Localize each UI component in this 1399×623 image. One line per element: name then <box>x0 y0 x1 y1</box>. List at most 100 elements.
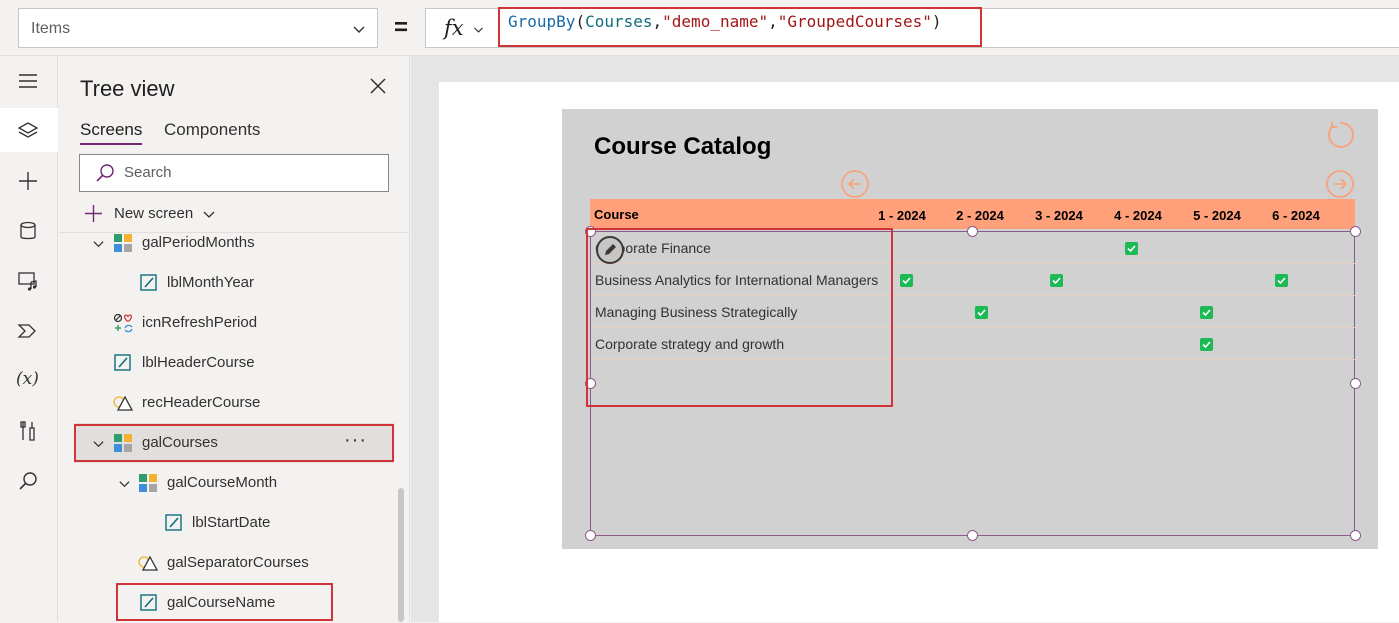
header-month: 4 - 2024 <box>1114 208 1162 223</box>
header-month: 1 - 2024 <box>878 208 926 223</box>
fx-button[interactable]: fx <box>425 8 495 48</box>
formula-text-highlight[interactable]: GroupBy(Courses,"demo_name","GroupedCour… <box>498 7 982 47</box>
chevron-down-icon <box>353 26 365 33</box>
resize-handle[interactable] <box>1350 378 1361 389</box>
check-icon <box>975 306 988 319</box>
chevron-down-icon <box>203 211 215 218</box>
label-icon <box>140 274 157 291</box>
tree-node-icnRefreshPeriod[interactable]: icnRefreshPeriod <box>59 303 397 343</box>
resize-handle[interactable] <box>585 530 596 541</box>
formula-arg-column: "demo_name" <box>662 12 769 31</box>
rail-data-button[interactable] <box>0 208 58 252</box>
search-icon <box>19 472 37 490</box>
tab-components[interactable]: Components <box>164 120 260 140</box>
formula-open-paren: ( <box>575 12 586 31</box>
arrow-left-icon[interactable] <box>840 169 870 199</box>
tree-view-title: Tree view <box>80 76 175 101</box>
rail-menu-button[interactable] <box>0 58 58 102</box>
left-rail: (x) <box>0 56 58 622</box>
rail-insert-button[interactable] <box>0 158 58 202</box>
header-month: 5 - 2024 <box>1193 208 1241 223</box>
canvas-area: Course Catalog Course 1 - 2024 2 - 2024 … <box>411 56 1399 622</box>
plus-icon <box>85 205 102 222</box>
rail-tree-view-button[interactable] <box>0 108 58 152</box>
highlight-galCourseName <box>116 583 333 621</box>
search-icon <box>96 164 114 182</box>
app-title: Course Catalog <box>594 133 772 160</box>
shape-icon <box>113 395 134 411</box>
label-icon <box>165 514 182 531</box>
fx-icon: fx <box>444 16 464 40</box>
new-screen-label: New screen <box>114 205 194 222</box>
tree-node-lblMonthYear[interactable]: lblMonthYear <box>59 263 397 303</box>
formula-source: Courses <box>585 12 653 31</box>
rail-power-automate-button[interactable] <box>0 308 58 352</box>
close-icon[interactable] <box>368 76 388 96</box>
formula-close-paren: ) <box>931 12 942 31</box>
formula-function: GroupBy <box>508 12 576 31</box>
formula-arg-group: "GroupedCourses" <box>777 12 932 31</box>
tree-node-galCourseMonth[interactable]: galCourseMonth <box>59 463 397 503</box>
shape-icon <box>138 555 159 571</box>
media-icon <box>18 272 37 291</box>
insert-icon <box>19 172 37 190</box>
tree-node-label: lblStartDate <box>192 514 271 531</box>
check-icon <box>1200 306 1213 319</box>
header-month: 2 - 2024 <box>956 208 1004 223</box>
chevron-down-icon <box>474 27 483 33</box>
variables-icon: (x) <box>16 369 39 389</box>
tree-node-label: lblMonthYear <box>167 274 255 291</box>
header-month: 3 - 2024 <box>1035 208 1083 223</box>
check-icon <box>1200 338 1213 351</box>
resize-handle[interactable] <box>1350 530 1361 541</box>
equals-sign: = <box>393 14 408 41</box>
tree-node-lblHeaderCourse[interactable]: lblHeaderCourse <box>59 343 397 383</box>
power-automate-icon <box>17 324 36 338</box>
label-icon <box>114 354 131 371</box>
tree-node-label: galPeriodMonths <box>142 234 255 251</box>
gallery-icon <box>114 234 132 252</box>
tree-node-recHeaderCourse[interactable]: recHeaderCourse <box>59 383 397 423</box>
tree-node-label: icnRefreshPeriod <box>142 314 258 331</box>
tree-search-input[interactable] <box>124 164 364 181</box>
formula-bar: Items = fx GroupBy(Courses,"demo_name","… <box>0 0 1399 56</box>
rail-variables-button[interactable]: (x) <box>0 358 58 402</box>
tree-node-label: galCourseMonth <box>167 474 278 491</box>
data-icon <box>20 221 36 240</box>
formula-comma: , <box>652 12 663 31</box>
check-icon <box>1125 242 1138 255</box>
tree-search[interactable] <box>79 154 389 192</box>
tree-scrollbar[interactable] <box>398 488 404 622</box>
tab-screens[interactable]: Screens <box>80 120 142 140</box>
resize-handle[interactable] <box>967 226 978 237</box>
arrow-right-icon[interactable] <box>1325 169 1355 199</box>
check-icon <box>1050 274 1063 287</box>
tree-view-pane: Tree view Screens Components New screen … <box>59 56 410 622</box>
formula-comma: , <box>768 12 778 31</box>
tree-node-label: recHeaderCourse <box>142 394 261 411</box>
resize-handle[interactable] <box>967 530 978 541</box>
header-course: Course <box>594 207 639 222</box>
rail-search-button[interactable] <box>0 458 58 502</box>
property-dropdown-value: Items <box>31 20 71 37</box>
rail-media-button[interactable] <box>0 258 58 302</box>
refresh-icon[interactable] <box>1324 119 1356 151</box>
tools-icon <box>20 421 35 441</box>
tree-node-label: galSeparatorCourses <box>167 554 309 571</box>
layers-icon <box>17 122 39 138</box>
icon-control-icon <box>113 313 133 333</box>
property-dropdown[interactable]: Items <box>18 8 378 48</box>
rail-tools-button[interactable] <box>0 408 58 452</box>
app-screen: Course Catalog Course 1 - 2024 2 - 2024 … <box>439 82 1399 622</box>
chevron-down-icon[interactable] <box>118 477 131 490</box>
check-icon <box>1275 274 1288 287</box>
tab-underline <box>80 143 142 145</box>
resize-handle[interactable] <box>1350 226 1361 237</box>
tree-node-galSeparatorCourses[interactable]: galSeparatorCourses <box>59 543 397 583</box>
highlight-course-name-column <box>586 228 893 407</box>
chevron-down-icon[interactable] <box>92 237 105 250</box>
tree-node-galPeriodMonths[interactable]: galPeriodMonths <box>59 223 397 263</box>
tree-node-lblStartDate[interactable]: lblStartDate <box>59 503 397 543</box>
header-bar: Course 1 - 2024 2 - 2024 3 - 2024 4 - 20… <box>590 199 1355 229</box>
menu-icon <box>19 74 37 88</box>
